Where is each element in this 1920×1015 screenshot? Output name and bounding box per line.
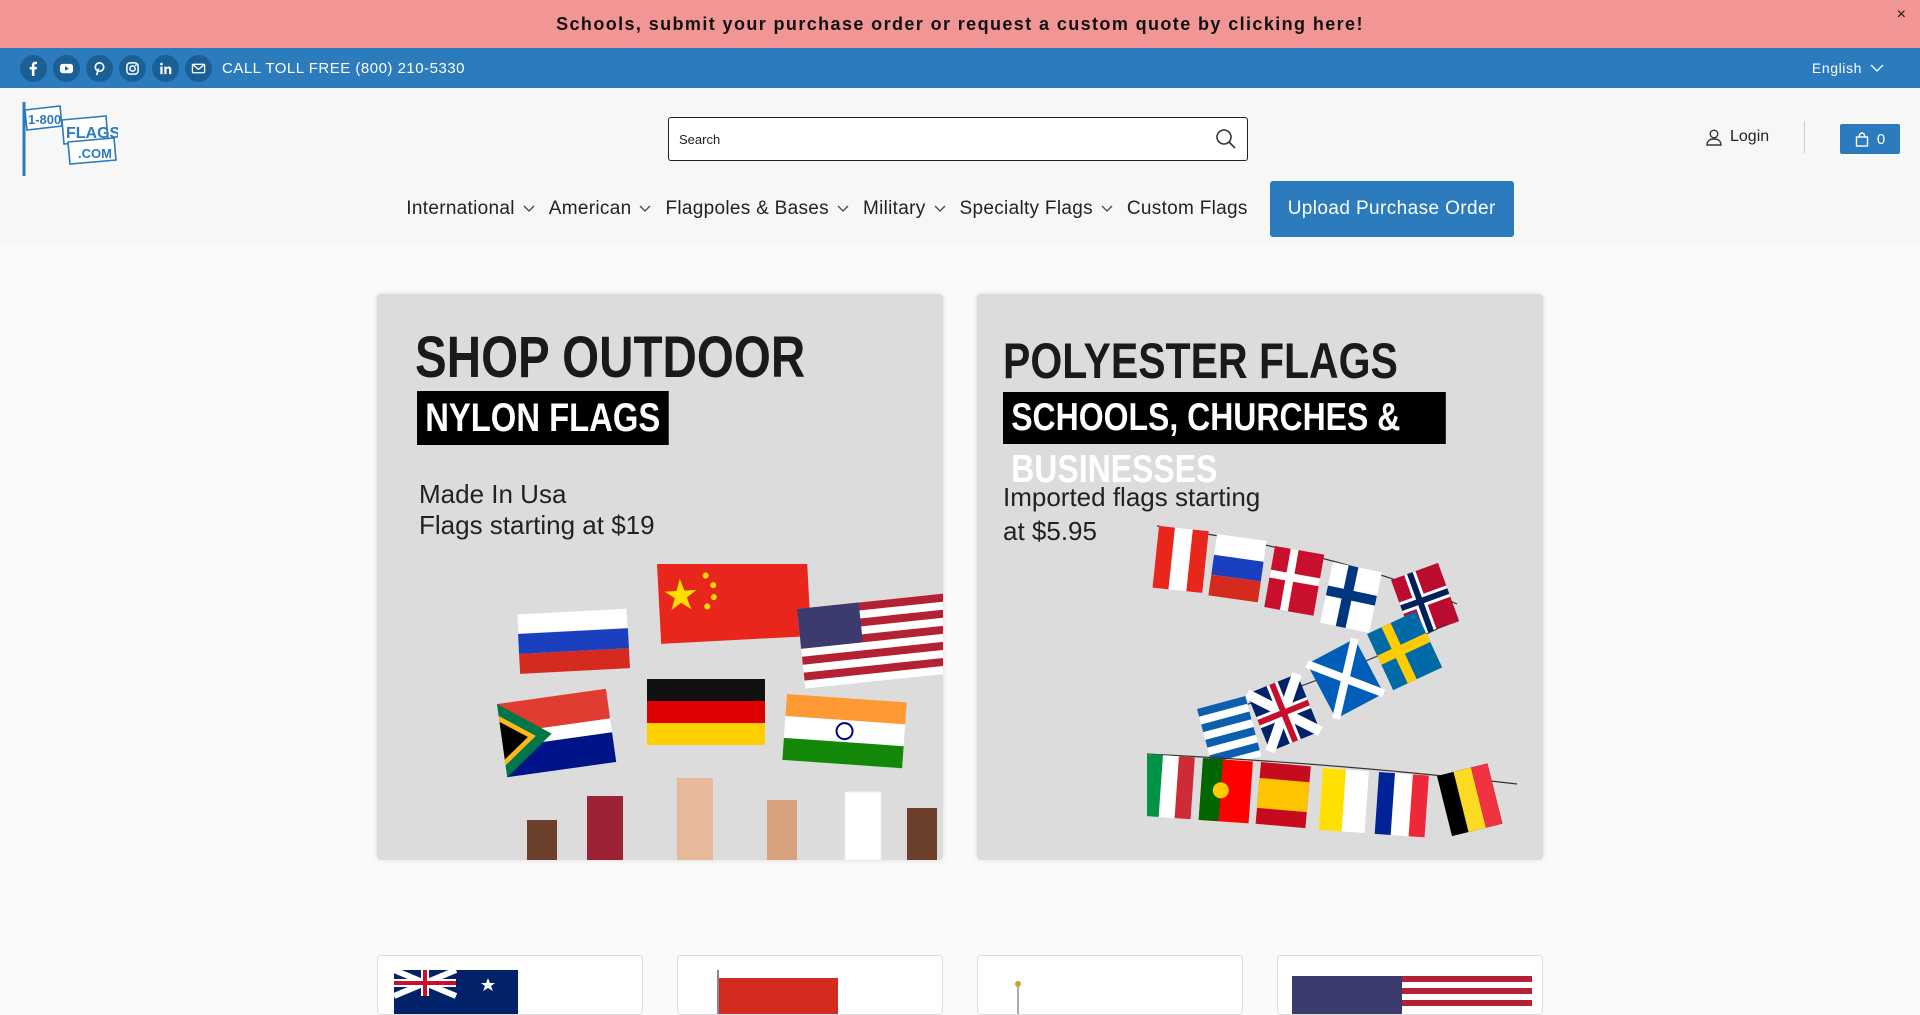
- chevron-down-icon: [1101, 205, 1113, 212]
- product-tile[interactable]: [1277, 955, 1543, 1015]
- nav-label: Specialty Flags: [959, 198, 1093, 219]
- instagram-icon[interactable]: [119, 54, 146, 82]
- logo-text-flags: FLAGS: [66, 125, 118, 142]
- search-input[interactable]: [679, 131, 1215, 147]
- banner-headline: SHOP OUTDOOR: [415, 325, 806, 390]
- bunting-flags-image: [1147, 525, 1518, 838]
- chevron-down-icon: [837, 205, 849, 212]
- toll-free-phone[interactable]: CALL TOLL FREE (800) 210-5330: [222, 60, 465, 77]
- chevron-down-icon: [639, 205, 651, 212]
- banner-tag: NYLON FLAGS: [417, 391, 669, 445]
- chevron-down-icon: [934, 205, 946, 212]
- chevron-down-icon: [1870, 64, 1884, 72]
- banner-subtitle-1: Made In Usa: [419, 479, 567, 509]
- nav-flagpoles-bases[interactable]: Flagpoles & Bases: [665, 198, 849, 220]
- close-icon[interactable]: ×: [1897, 6, 1906, 24]
- nav-american[interactable]: American: [549, 198, 652, 220]
- user-icon: [1706, 129, 1722, 146]
- cart-count: 0: [1876, 130, 1886, 148]
- banner-nylon-flags[interactable]: SHOP OUTDOOR NYLON FLAGS Made In Usa Fla…: [377, 294, 943, 860]
- facebook-icon[interactable]: [20, 54, 47, 82]
- product-tile[interactable]: [977, 955, 1243, 1015]
- nav-label: Flagpoles & Bases: [665, 198, 829, 219]
- mail-icon[interactable]: [185, 54, 212, 82]
- main-nav: International American Flagpoles & Bases…: [0, 181, 1920, 237]
- pinterest-icon[interactable]: [86, 54, 113, 82]
- nav-label: Military: [862, 198, 926, 219]
- nav-custom-flags[interactable]: Custom Flags: [1127, 198, 1248, 220]
- linkedin-icon[interactable]: [152, 54, 179, 82]
- banner-polyester-flags[interactable]: POLYESTER FLAGS POPULAR FOR SCHOOLS, CHU…: [977, 294, 1543, 860]
- language-selector[interactable]: English: [1812, 60, 1884, 76]
- banner-tag: SCHOOLS, CHURCHES & BUSINESSES: [1003, 392, 1446, 491]
- chevron-down-icon: [523, 205, 535, 212]
- search-icon[interactable]: [1215, 128, 1237, 150]
- top-bar: CALL TOLL FREE (800) 210-5330 English: [0, 48, 1920, 88]
- banner-subtitle-1: Imported flags starting: [1003, 482, 1261, 512]
- site-logo[interactable]: 1-800 FLAGS .COM: [18, 98, 121, 178]
- header-divider: [1804, 121, 1805, 153]
- flagpole-image: [1015, 981, 1021, 1014]
- login-link[interactable]: Login: [1706, 128, 1769, 146]
- announcement-bar[interactable]: Schools, submit your purchase order or r…: [0, 0, 1920, 48]
- site-header: 1-800 FLAGS .COM Login 0 International A…: [0, 88, 1920, 244]
- nav-specialty-flags[interactable]: Specialty Flags: [960, 198, 1113, 220]
- nav-international[interactable]: International: [406, 198, 535, 220]
- product-tile[interactable]: [377, 955, 643, 1015]
- nav-label: American: [548, 198, 632, 219]
- us-flag-image: [1292, 976, 1532, 1014]
- upload-purchase-order-button[interactable]: Upload Purchase Order: [1269, 181, 1514, 237]
- nav-label: Custom Flags: [1126, 198, 1248, 219]
- product-tile[interactable]: [677, 955, 943, 1015]
- youtube-icon[interactable]: [53, 54, 80, 82]
- login-label: Login: [1730, 128, 1770, 145]
- language-label: English: [1811, 60, 1862, 76]
- flag-image: [717, 970, 838, 1014]
- product-tiles: [377, 955, 1543, 1015]
- shopping-bag-icon: [1855, 131, 1869, 147]
- banner-subtitle-2: Flags starting at $19: [419, 510, 655, 540]
- banner-subtitle-2: at $5.95: [1003, 516, 1097, 546]
- cart-button[interactable]: 0: [1840, 124, 1900, 154]
- search-box[interactable]: [668, 117, 1248, 161]
- australia-flag-image: [392, 967, 518, 1014]
- logo-text-com: .COM: [78, 146, 112, 161]
- nav-label: International: [406, 198, 515, 219]
- waving-flags-image: [497, 564, 943, 860]
- nav-military[interactable]: Military: [863, 198, 946, 220]
- announcement-text[interactable]: Schools, submit your purchase order or r…: [556, 14, 1364, 35]
- logo-text-1800: 1-800: [28, 112, 61, 127]
